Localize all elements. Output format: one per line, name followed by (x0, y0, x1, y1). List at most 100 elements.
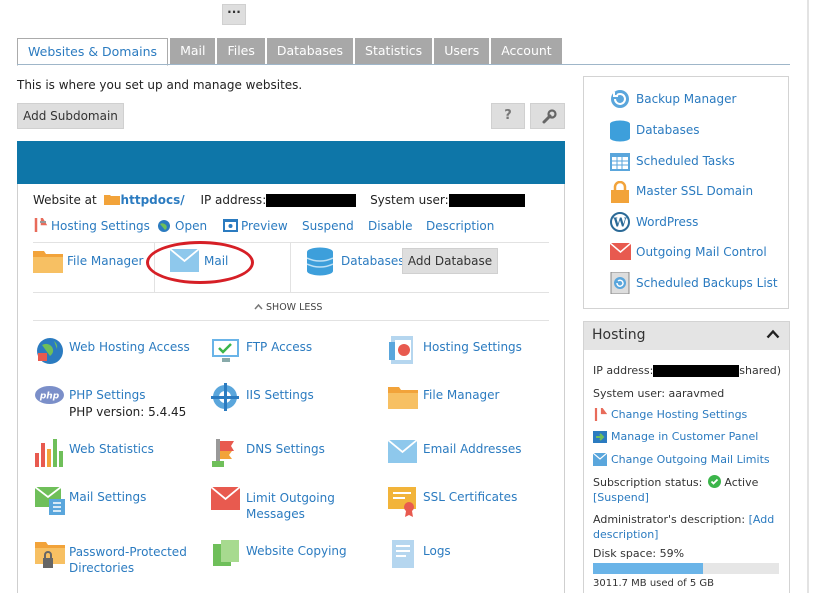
ip-address-label: IP address: (200, 193, 267, 207)
tab-websites-domains[interactable]: Websites & Domains (17, 38, 169, 66)
php-settings-link[interactable]: PHP Settings (69, 388, 146, 402)
page-intro: This is where you set up and manage webs… (17, 78, 303, 92)
show-less-toggle[interactable]: SHOW LESS (254, 302, 322, 313)
disable-link[interactable]: Disable (368, 219, 413, 233)
databases-link[interactable]: Databases (341, 254, 405, 268)
limit-outgoing-messages-link[interactable]: Limit Outgoing Messages (246, 490, 354, 522)
tab-files[interactable]: Files (217, 38, 265, 65)
svg-text:W: W (612, 216, 627, 230)
dns-icon (212, 439, 234, 467)
backup-list-icon (610, 272, 630, 294)
folder-icon (103, 195, 120, 205)
preview-icon (223, 219, 238, 232)
divider (290, 242, 291, 293)
sidebar-item-backup-manager[interactable]: Backup Manager (636, 92, 736, 106)
chevron-up-icon[interactable] (766, 329, 780, 339)
iis-settings-icon (211, 383, 239, 411)
backup-icon (611, 90, 629, 108)
sidebar-item-databases[interactable]: Databases (636, 123, 700, 137)
settings-wrench-button[interactable] (530, 103, 565, 129)
iis-settings-link[interactable]: IIS Settings (246, 388, 314, 402)
dns-settings-link[interactable]: DNS Settings (246, 442, 325, 456)
database-icon (610, 120, 630, 142)
disk-usage-bar (593, 563, 779, 574)
mail-control-icon (610, 243, 631, 260)
disk-usage-text: 3011.7 MB used of 5 GB (593, 578, 715, 589)
web-statistics-link[interactable]: Web Statistics (69, 442, 154, 456)
sidebar-item-scheduled-backups-list[interactable]: Scheduled Backups List (636, 276, 778, 290)
wordpress-icon: W (610, 212, 630, 232)
tools-icon (594, 408, 607, 421)
hosting-system-user: System user: aaravmed (593, 387, 725, 400)
customer-panel-icon (593, 431, 607, 443)
description-link[interactable]: Description (426, 219, 494, 233)
change-hosting-settings-link[interactable]: Change Hosting Settings (611, 408, 747, 421)
hosting-ip-label: IP address: (593, 364, 654, 377)
limit-mail-icon (211, 487, 240, 510)
divider (33, 292, 549, 293)
mail-settings-link[interactable]: Mail Settings (69, 490, 146, 504)
ftp-access-icon (212, 339, 239, 362)
mail-limits-icon (593, 453, 607, 466)
website-copying-link[interactable]: Website Copying (246, 544, 347, 558)
copy-icon (213, 540, 239, 566)
admin-description-line: Administrator's description: [Add (593, 513, 774, 526)
folder-icon (388, 387, 418, 409)
suspend-subscription-link[interactable]: [Suspend] (593, 491, 649, 504)
logs-link[interactable]: Logs (423, 544, 451, 558)
admin-description-label: Administrator's description: (593, 513, 746, 526)
certificate-icon (388, 487, 416, 517)
ftp-access-link[interactable]: FTP Access (246, 340, 312, 354)
suspend-link[interactable]: Suspend (302, 219, 354, 233)
hosting-ip-suffix: shared) (739, 364, 782, 377)
tools-icon (34, 218, 48, 232)
sidebar-item-scheduled-tasks[interactable]: Scheduled Tasks (636, 154, 735, 168)
hosting-settings-icon (389, 336, 413, 364)
system-user-label: System user: (370, 193, 449, 207)
mail-settings-icon (35, 487, 65, 515)
open-link[interactable]: Open (175, 219, 207, 233)
globe-icon (158, 220, 170, 232)
change-outgoing-mail-limits-link[interactable]: Change Outgoing Mail Limits (611, 453, 770, 466)
subscription-status-value: Active (724, 476, 759, 489)
chevron-up-icon (254, 303, 263, 310)
ssl-certificates-link[interactable]: SSL Certificates (423, 490, 517, 504)
sidebar-item-wordpress[interactable]: WordPress (636, 215, 698, 229)
email-addresses-link[interactable]: Email Addresses (423, 442, 522, 456)
file-manager-link[interactable]: File Manager (67, 254, 144, 268)
website-info-line: Website at httpdocs/ IP address: System … (33, 193, 525, 207)
svg-text:php: php (39, 392, 60, 402)
add-description-link-cont[interactable]: description] (593, 528, 658, 541)
more-button[interactable]: ··· (222, 4, 246, 25)
disk-space-label: Disk space: 59% (593, 547, 685, 560)
tab-statistics[interactable]: Statistics (355, 38, 433, 65)
sidebar-item-outgoing-mail-control[interactable]: Outgoing Mail Control (636, 245, 767, 259)
wrench-icon (542, 109, 557, 124)
show-less-label: SHOW LESS (266, 302, 323, 313)
web-hosting-access-link[interactable]: Web Hosting Access (69, 340, 190, 354)
password-protected-directories-link[interactable]: Password-Protected Directories (69, 544, 189, 576)
tab-account[interactable]: Account (491, 38, 562, 65)
website-header-bar (17, 141, 565, 184)
redacted-hosting-ip (653, 365, 740, 377)
add-description-link[interactable]: [Add (749, 513, 775, 526)
sidebar-item-master-ssl-domain[interactable]: Master SSL Domain (636, 184, 753, 198)
manage-in-customer-panel-link[interactable]: Manage in Customer Panel (611, 430, 758, 443)
hosting-settings-link[interactable]: Hosting Settings (51, 219, 150, 233)
web-hosting-access-icon (37, 338, 63, 364)
email-icon (388, 440, 417, 463)
help-button[interactable]: ? (491, 103, 525, 129)
hosting-settings-tool-link[interactable]: Hosting Settings (423, 340, 522, 354)
calendar-icon (610, 153, 630, 171)
add-database-button[interactable]: Add Database (402, 248, 498, 274)
add-subdomain-button[interactable]: Add Subdomain (17, 103, 124, 129)
tab-databases[interactable]: Databases (266, 38, 354, 65)
tab-users[interactable]: Users (434, 38, 490, 65)
redacted-ip (266, 194, 357, 207)
tab-mail[interactable]: Mail (170, 38, 216, 65)
preview-link[interactable]: Preview (241, 219, 288, 233)
docroot-link[interactable]: httpdocs/ (121, 193, 185, 207)
file-manager-tool-link[interactable]: File Manager (423, 388, 500, 402)
website-at-label: Website at (33, 193, 97, 207)
php-version: PHP version: 5.4.45 (69, 405, 187, 419)
